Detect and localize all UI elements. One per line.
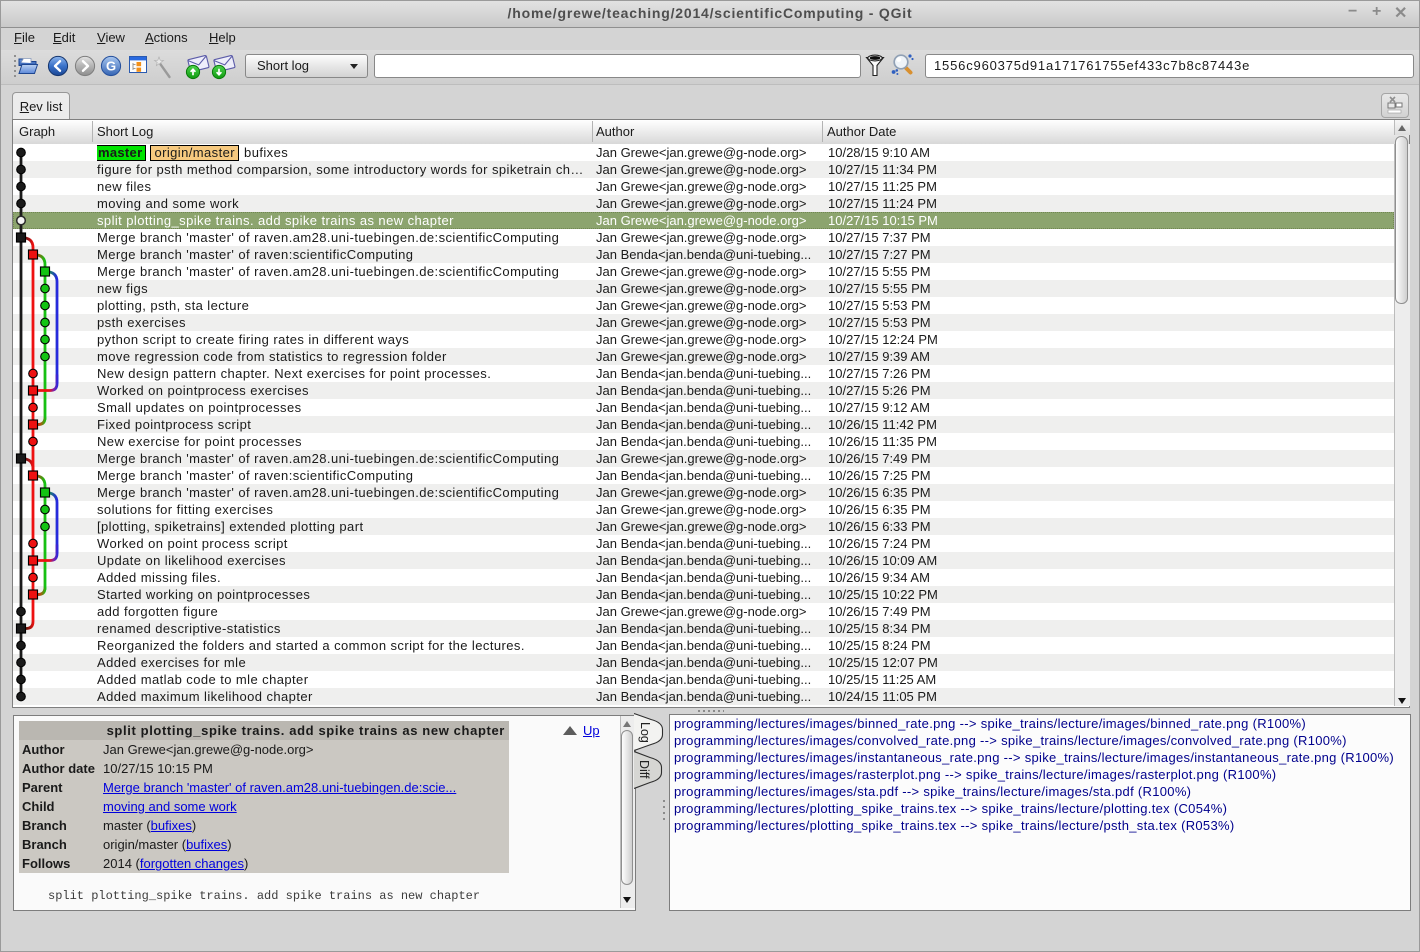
svg-text:G: G bbox=[106, 59, 116, 74]
